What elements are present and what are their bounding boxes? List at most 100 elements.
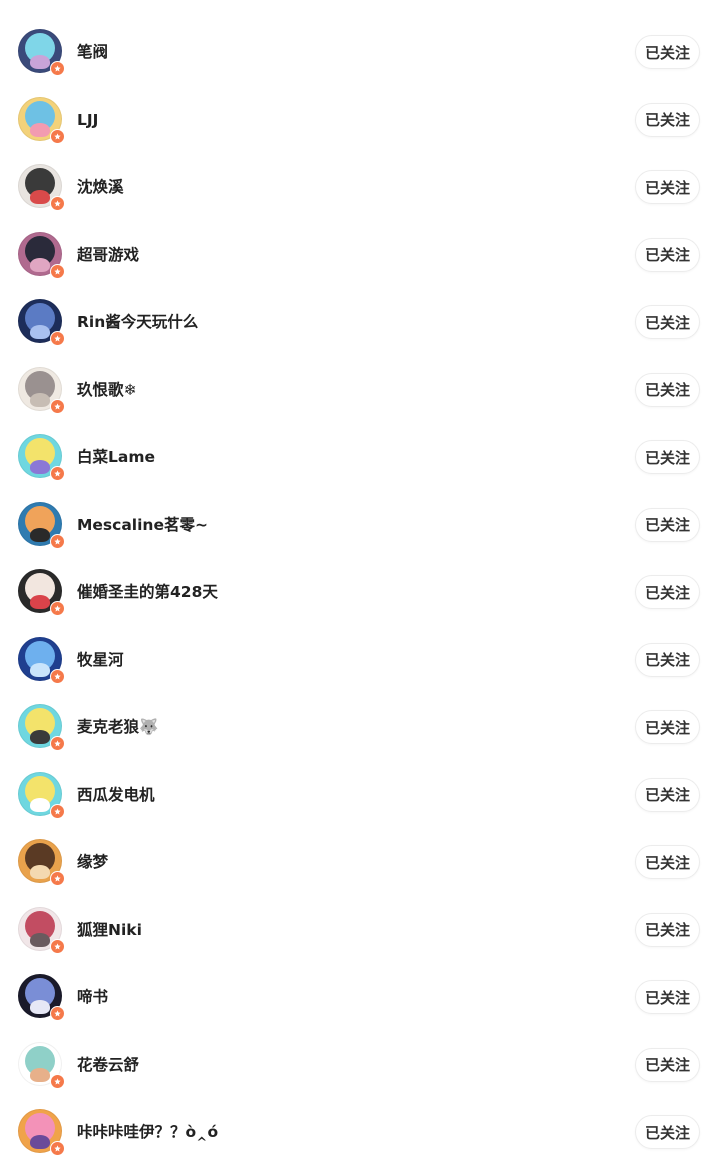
username[interactable]: 超哥游戏 (77, 222, 139, 290)
avatar-container[interactable] (18, 366, 65, 414)
star-badge-icon (50, 736, 65, 751)
following-button[interactable]: 已关注 (635, 1115, 700, 1149)
username[interactable]: 花卷云舒 (77, 1032, 139, 1100)
avatar-container[interactable] (18, 839, 65, 886)
following-button[interactable]: 已关注 (635, 575, 700, 609)
star-badge-icon (50, 263, 65, 279)
star-badge-icon (50, 128, 65, 144)
list-item[interactable]: 超哥游戏 已关注 (0, 222, 720, 290)
following-button[interactable]: 已关注 (635, 710, 700, 744)
list-item[interactable]: 白菜Lame 已关注 (0, 424, 720, 492)
username[interactable]: 牧星河 (77, 627, 124, 695)
list-item[interactable]: 咔咔咔哇伊？？ò‸ó 已关注 (0, 1099, 720, 1167)
list-item[interactable]: 狐狸Niki 已关注 (0, 897, 720, 965)
list-item[interactable]: 缘梦 已关注 (0, 829, 720, 897)
avatar-container[interactable] (18, 704, 65, 751)
list-item[interactable]: 麦克老狼🐺 已关注 (0, 694, 720, 762)
avatar-container[interactable] (18, 569, 65, 616)
following-button[interactable]: 已关注 (635, 642, 700, 677)
avatar-container[interactable] (18, 29, 65, 76)
avatar-art (30, 527, 50, 542)
following-button[interactable]: 已关注 (635, 845, 700, 879)
follow-list: 笔阀 已关注 LJJ 已关注 沈焕溪 已关注 超哥游戏 已关注 Rin酱今天玩什么 已关注 玖恨歌❄… (0, 0, 720, 1167)
star-badge-icon (50, 331, 65, 346)
star-badge-icon (50, 61, 65, 76)
list-item[interactable]: LJJ 已关注 (0, 87, 720, 155)
avatar-container[interactable] (18, 164, 65, 211)
avatar-art (30, 865, 50, 879)
avatar-container[interactable] (18, 771, 65, 819)
avatar-art (30, 1067, 50, 1082)
username[interactable]: 啼书 (77, 964, 108, 1032)
avatar-container[interactable] (18, 299, 65, 346)
avatar-art (30, 932, 50, 947)
username[interactable]: LJJ (77, 87, 98, 155)
following-button[interactable]: 已关注 (635, 102, 700, 137)
following-button[interactable]: 已关注 (635, 170, 700, 204)
star-badge-icon (50, 533, 65, 549)
list-item[interactable]: Mescaline茗零~ 已关注 (0, 492, 720, 560)
avatar-art (30, 730, 50, 744)
following-button[interactable]: 已关注 (635, 372, 700, 407)
avatar-container[interactable] (18, 974, 65, 1021)
avatar-container[interactable] (18, 636, 65, 684)
username[interactable]: 催婚圣圭的第428天 (77, 559, 218, 627)
star-badge-icon (50, 1141, 65, 1156)
username[interactable]: 麦克老狼🐺 (77, 694, 158, 762)
star-badge-icon (50, 196, 65, 211)
avatar-art (30, 797, 50, 812)
following-button[interactable]: 已关注 (635, 305, 700, 339)
list-item[interactable]: 玖恨歌❄ 已关注 (0, 357, 720, 425)
username[interactable]: 白菜Lame (77, 424, 155, 492)
list-item[interactable]: 牧星河 已关注 (0, 627, 720, 695)
list-item[interactable]: 催婚圣圭的第428天 已关注 (0, 559, 720, 627)
list-item[interactable]: Rin酱今天玩什么 已关注 (0, 289, 720, 357)
star-badge-icon (50, 601, 65, 616)
avatar-container[interactable] (18, 231, 65, 279)
following-button[interactable]: 已关注 (635, 777, 700, 812)
avatar-container[interactable] (18, 96, 65, 144)
avatar-container[interactable] (18, 501, 65, 549)
avatar-art (30, 257, 50, 272)
username[interactable]: 狐狸Niki (77, 897, 142, 965)
following-button[interactable]: 已关注 (635, 35, 700, 69)
following-button[interactable]: 已关注 (635, 237, 700, 272)
list-item[interactable]: 啼书 已关注 (0, 964, 720, 1032)
star-badge-icon (50, 938, 65, 954)
avatar-art (30, 662, 50, 677)
list-item[interactable]: 笔阀 已关注 (0, 19, 720, 87)
list-item[interactable]: 西瓜发电机 已关注 (0, 762, 720, 830)
username[interactable]: 缘梦 (77, 829, 108, 897)
avatar-art (30, 392, 50, 407)
following-button[interactable]: 已关注 (635, 1047, 700, 1082)
avatar-art (30, 55, 50, 69)
username[interactable]: 咔咔咔哇伊？？ò‸ó (77, 1099, 218, 1167)
avatar-container[interactable] (18, 906, 65, 954)
following-button[interactable]: 已关注 (635, 980, 700, 1014)
following-button[interactable]: 已关注 (635, 507, 700, 542)
avatar-container[interactable] (18, 1109, 65, 1156)
avatar-container[interactable] (18, 434, 65, 481)
username[interactable]: 沈焕溪 (77, 154, 124, 222)
username[interactable]: Rin酱今天玩什么 (77, 289, 198, 357)
star-badge-icon (50, 398, 65, 414)
list-item[interactable]: 花卷云舒 已关注 (0, 1032, 720, 1100)
following-button[interactable]: 已关注 (635, 440, 700, 474)
star-badge-icon (50, 1073, 65, 1089)
list-item[interactable]: 沈焕溪 已关注 (0, 154, 720, 222)
username[interactable]: 笔阀 (77, 19, 108, 87)
star-badge-icon (50, 803, 65, 819)
star-badge-icon (50, 871, 65, 886)
username[interactable]: 西瓜发电机 (77, 762, 155, 830)
username[interactable]: Mescaline茗零~ (77, 492, 208, 560)
username[interactable]: 玖恨歌❄ (77, 357, 137, 425)
star-badge-icon (50, 1006, 65, 1021)
avatar-art (30, 595, 50, 609)
avatar-container[interactable] (18, 1041, 65, 1089)
following-button[interactable]: 已关注 (635, 912, 700, 947)
avatar-art (30, 325, 50, 339)
avatar-art (30, 1000, 50, 1014)
star-badge-icon (50, 466, 65, 481)
star-badge-icon (50, 668, 65, 684)
avatar-art (30, 1135, 50, 1149)
